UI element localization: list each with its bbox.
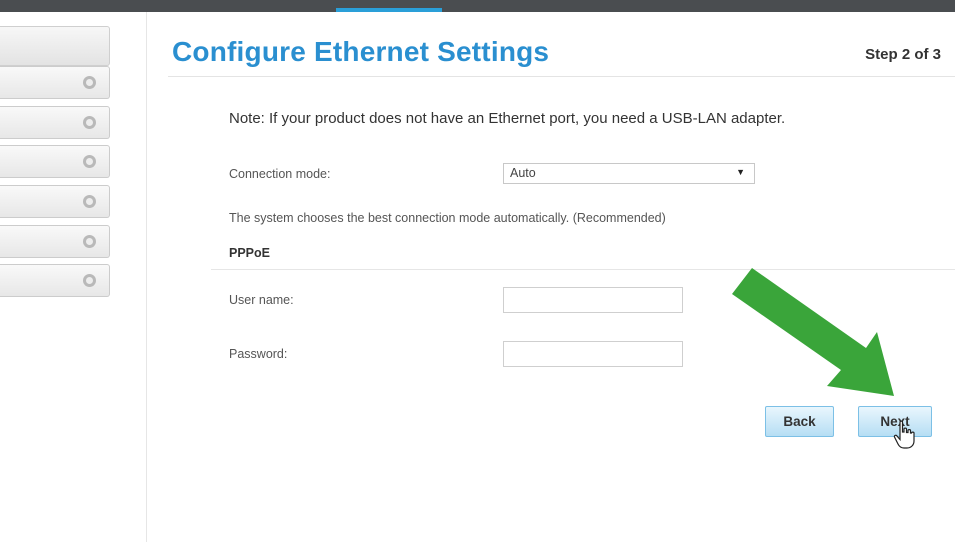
connection-mode-select[interactable]: Auto ▼ <box>503 163 755 184</box>
circle-icon <box>83 235 96 248</box>
sidebar-item-6[interactable] <box>0 264 110 297</box>
connection-mode-description: The system chooses the best connection m… <box>229 211 666 225</box>
username-input[interactable] <box>503 287 683 313</box>
connection-mode-label: Connection mode: <box>229 167 331 181</box>
pppoe-section-title: PPPoE <box>229 246 270 260</box>
circle-icon <box>83 76 96 89</box>
circle-icon <box>83 274 96 287</box>
connection-mode-value: Auto <box>510 166 536 180</box>
password-label: Password: <box>229 347 288 361</box>
password-input[interactable] <box>503 341 683 367</box>
section-divider <box>211 269 955 270</box>
sidebar-item-4[interactable] <box>0 185 110 218</box>
active-tab-indicator <box>336 8 442 12</box>
top-bar <box>0 0 955 12</box>
sidebar-item-1[interactable] <box>0 66 110 99</box>
sidebar-header <box>0 26 110 66</box>
sidebar-item-2[interactable] <box>0 106 110 139</box>
sidebar <box>0 12 112 542</box>
sidebar-divider <box>146 12 147 542</box>
back-button[interactable]: Back <box>765 406 834 437</box>
green-pointer-arrow-icon <box>732 268 894 396</box>
step-indicator: Step 2 of 3 <box>865 46 941 63</box>
circle-icon <box>83 155 96 168</box>
dropdown-arrow-icon: ▼ <box>736 167 745 177</box>
next-button[interactable]: Next <box>858 406 932 437</box>
title-divider <box>168 76 955 77</box>
sidebar-item-3[interactable] <box>0 145 110 178</box>
ethernet-note: Note: If your product does not have an E… <box>229 110 786 127</box>
circle-icon <box>83 195 96 208</box>
page-title: Configure Ethernet Settings <box>172 36 550 67</box>
sidebar-item-5[interactable] <box>0 225 110 258</box>
circle-icon <box>83 116 96 129</box>
username-label: User name: <box>229 293 294 307</box>
